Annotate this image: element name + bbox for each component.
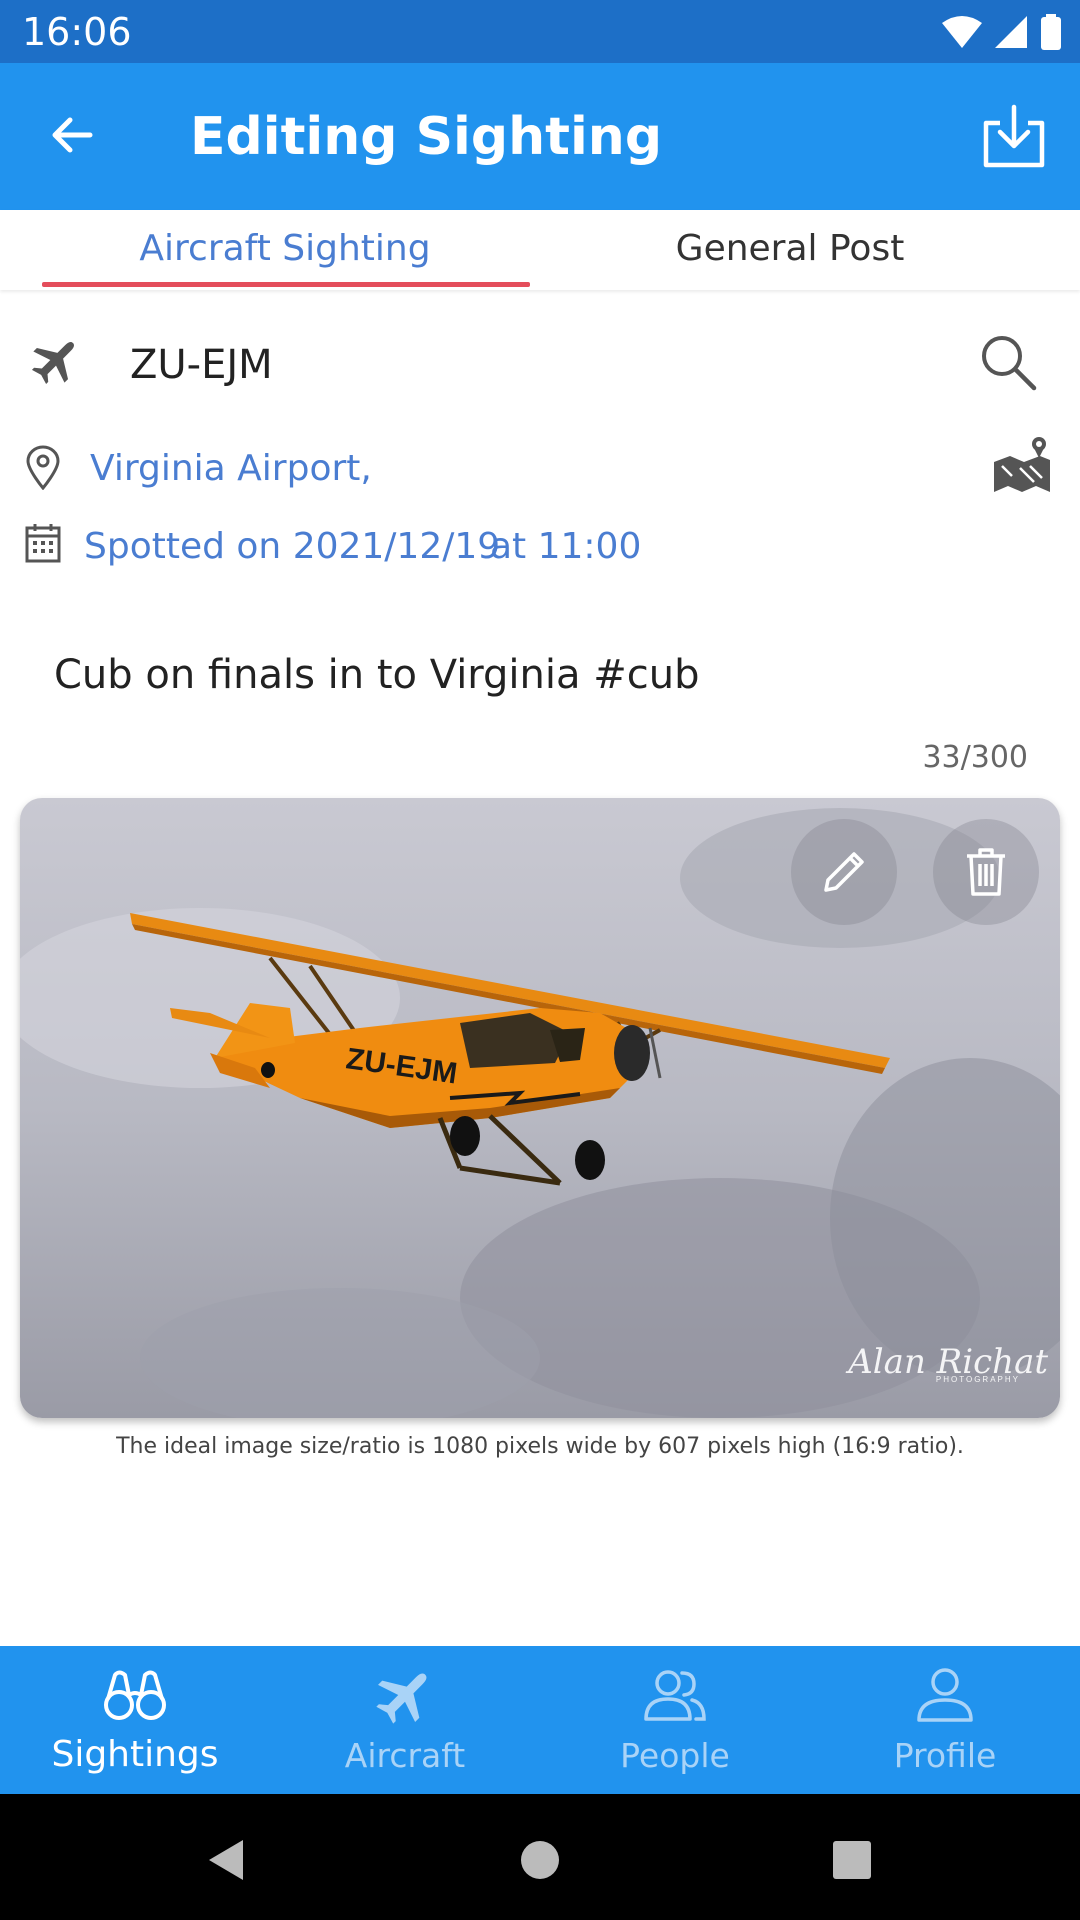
bottom-navigation: Sightings Aircraft People Profile xyxy=(0,1646,1080,1794)
binoculars-icon xyxy=(104,1670,166,1720)
date-field[interactable]: Spotted on 2021/12/19 xyxy=(84,526,500,567)
triangle-back-icon xyxy=(209,1840,243,1880)
status-time: 16:06 xyxy=(22,10,132,54)
nav-people-label: People xyxy=(620,1736,730,1775)
people-icon xyxy=(644,1670,706,1721)
person-icon xyxy=(917,1668,973,1722)
nav-aircraft-label: Aircraft xyxy=(344,1736,466,1775)
registration-input[interactable]: ZU-EJM xyxy=(130,342,273,388)
calendar-icon xyxy=(25,524,61,563)
app-bar: Editing Sighting xyxy=(0,63,1080,210)
system-recents-button[interactable] xyxy=(822,1830,882,1890)
tab-general-post[interactable]: General Post xyxy=(540,228,1040,269)
search-icon xyxy=(982,336,1037,391)
arrow-left-icon xyxy=(52,117,93,153)
airplane-icon xyxy=(376,1673,427,1724)
system-home-button[interactable] xyxy=(510,1830,570,1890)
page-title: Editing Sighting xyxy=(190,107,663,167)
save-button[interactable] xyxy=(978,101,1050,173)
character-counter: 33/300 xyxy=(922,740,1028,775)
square-recents-icon xyxy=(833,1841,871,1879)
watermark-subtitle: PHOTOGRAPHY xyxy=(935,1375,1020,1384)
system-navigation-bar xyxy=(0,1794,1080,1920)
nav-people[interactable]: People xyxy=(540,1646,810,1794)
nav-sightings-label: Sightings xyxy=(51,1734,219,1775)
aircraft-photo: ZU-EJM xyxy=(20,798,1060,1418)
pencil-icon xyxy=(824,852,864,892)
registration-row: ZU-EJM xyxy=(0,320,1080,410)
caption-input[interactable]: Cub on finals in to Virginia #cub xyxy=(54,652,700,698)
date-row: Spotted on 2021/12/19 at 11:00 xyxy=(0,518,1080,578)
location-row: Virginia Airport, xyxy=(0,437,1080,500)
photo-card: ZU-EJM Alan Richat PHOTOGRAPHY xyxy=(20,798,1060,1418)
nav-profile-label: Profile xyxy=(893,1736,997,1775)
circle-home-icon xyxy=(521,1841,559,1879)
edit-photo-button[interactable] xyxy=(791,819,897,925)
nav-aircraft[interactable]: Aircraft xyxy=(270,1646,540,1794)
wifi-icon xyxy=(942,16,982,48)
status-icons xyxy=(942,14,1062,50)
status-bar: 16:06 xyxy=(0,0,1080,63)
map-icon xyxy=(994,437,1050,492)
system-back-button[interactable] xyxy=(195,1830,255,1890)
nav-sightings[interactable]: Sightings xyxy=(0,1646,270,1794)
search-button[interactable] xyxy=(976,330,1040,394)
nav-profile[interactable]: Profile xyxy=(810,1646,1080,1794)
airplane-icon xyxy=(31,342,74,385)
location-field[interactable]: Virginia Airport, xyxy=(90,448,372,489)
battery-icon xyxy=(1041,14,1061,50)
map-button[interactable] xyxy=(990,432,1060,502)
time-field[interactable]: at 11:00 xyxy=(490,526,641,567)
tab-bar: Aircraft Sighting General Post xyxy=(0,210,1080,290)
location-pin-icon xyxy=(26,445,60,490)
trash-icon xyxy=(967,848,1005,896)
signal-icon xyxy=(995,16,1027,48)
delete-photo-button[interactable] xyxy=(933,819,1039,925)
tab-indicator xyxy=(42,282,530,287)
tab-aircraft-sighting[interactable]: Aircraft Sighting xyxy=(40,228,530,269)
back-button[interactable] xyxy=(40,103,104,167)
download-icon xyxy=(983,104,1045,168)
image-size-hint: The ideal image size/ratio is 1080 pixel… xyxy=(116,1434,964,1459)
